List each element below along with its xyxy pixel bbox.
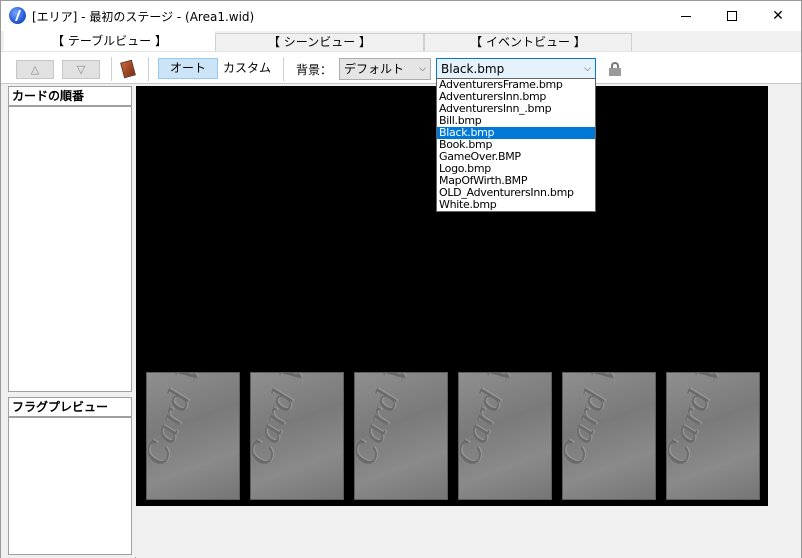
card-back-text: Card Wirth bbox=[250, 372, 338, 471]
window-title: [エリア] - 最初のステージ - (Area1.wid) bbox=[32, 10, 255, 24]
card-back[interactable]: Card Wirth bbox=[666, 372, 760, 500]
card-back[interactable]: Card Wirth bbox=[146, 372, 240, 500]
tab-scene-view[interactable]: 【 シーンビュー 】 bbox=[215, 33, 424, 51]
dropdown-option[interactable]: Black.bmp bbox=[437, 127, 595, 139]
card-back[interactable]: Card Wirth bbox=[354, 372, 448, 500]
toolbar-divider bbox=[111, 57, 112, 81]
minimize-icon bbox=[681, 15, 691, 17]
flag-preview-title: フラグプレビュー bbox=[8, 397, 132, 417]
maximize-icon bbox=[727, 11, 737, 21]
maximize-button[interactable] bbox=[709, 1, 755, 31]
card-back-text: Card Wirth bbox=[562, 372, 650, 471]
flag-preview-list[interactable] bbox=[8, 417, 132, 555]
main-window: [エリア] - 最初のステージ - (Area1.wid) ✕ 【 テーブルビュ… bbox=[0, 0, 802, 558]
close-button[interactable]: ✕ bbox=[755, 1, 801, 31]
toolbar-divider bbox=[148, 57, 149, 81]
card-order-title: カードの順番 bbox=[8, 86, 132, 106]
dropdown-option[interactable]: Bill.bmp bbox=[437, 115, 595, 127]
minimize-button[interactable] bbox=[663, 1, 709, 31]
image-dropdown-list[interactable]: AdventurersFrame.bmp AdventurersInn.bmp Ad… bbox=[436, 78, 596, 212]
card-back-text: Card Wirth bbox=[666, 372, 754, 471]
image-select[interactable]: Black.bmp ⌵ bbox=[436, 58, 596, 80]
move-down-button[interactable]: ▽ bbox=[62, 60, 100, 79]
card-back-text: Card Wirth bbox=[146, 372, 234, 471]
stage-margin-right bbox=[768, 86, 801, 558]
dropdown-option[interactable]: OLD_AdventurersInn.bmp bbox=[437, 187, 595, 199]
chevron-down-icon: ⌵ bbox=[419, 64, 426, 74]
dropdown-option[interactable]: AdventurersFrame.bmp bbox=[437, 79, 595, 91]
app-icon bbox=[9, 7, 26, 24]
dropdown-option[interactable]: Book.bmp bbox=[437, 139, 595, 151]
tab-event-view[interactable]: 【 イベントビュー 】 bbox=[424, 33, 632, 51]
card-back[interactable]: Card Wirth bbox=[562, 372, 656, 500]
image-select-value: Black.bmp bbox=[441, 62, 505, 76]
dropdown-option[interactable]: MapOfWirth.BMP bbox=[437, 175, 595, 187]
dropdown-option[interactable]: AdventurersInn.bmp bbox=[437, 91, 595, 103]
mode-custom-button[interactable]: カスタム bbox=[221, 58, 273, 79]
dropdown-option[interactable]: White.bmp bbox=[437, 199, 595, 211]
mode-auto-button[interactable]: オート bbox=[158, 58, 218, 79]
dropdown-option[interactable]: GameOver.BMP bbox=[437, 151, 595, 163]
background-label: 背景： bbox=[296, 63, 333, 77]
stage-margin-bottom bbox=[136, 506, 768, 558]
background-select-value: デフォルト bbox=[344, 62, 405, 76]
card-order-list[interactable] bbox=[8, 106, 132, 392]
move-up-button[interactable]: △ bbox=[16, 60, 54, 79]
chevron-down-icon: ⌵ bbox=[584, 64, 591, 74]
card-icon[interactable] bbox=[120, 59, 136, 79]
toolbar-divider bbox=[283, 57, 284, 81]
view-tabs: 【 テーブルビュー 】 【 シーンビュー 】 【 イベントビュー 】 bbox=[1, 31, 801, 51]
left-panel: カードの順番 フラグプレビュー bbox=[1, 84, 135, 558]
card-back-text: Card Wirth bbox=[458, 372, 546, 471]
lock-icon[interactable] bbox=[609, 62, 621, 76]
card-back-text: Card Wirth bbox=[354, 372, 442, 471]
background-select[interactable]: デフォルト ⌵ bbox=[339, 58, 431, 80]
card-back[interactable]: Card Wirth bbox=[250, 372, 344, 500]
card-back[interactable]: Card Wirth bbox=[458, 372, 552, 500]
tab-table-view[interactable]: 【 テーブルビュー 】 bbox=[4, 31, 215, 51]
toolbar: △ ▽ オート カスタム 背景： デフォルト ⌵ Black.bmp ⌵ bbox=[1, 51, 801, 84]
lock-body bbox=[609, 68, 621, 76]
dropdown-option[interactable]: Logo.bmp bbox=[437, 163, 595, 175]
title-bar: [エリア] - 最初のステージ - (Area1.wid) ✕ bbox=[1, 1, 801, 31]
close-icon: ✕ bbox=[772, 8, 784, 24]
dropdown-option[interactable]: AdventurersInn_.bmp bbox=[437, 103, 595, 115]
